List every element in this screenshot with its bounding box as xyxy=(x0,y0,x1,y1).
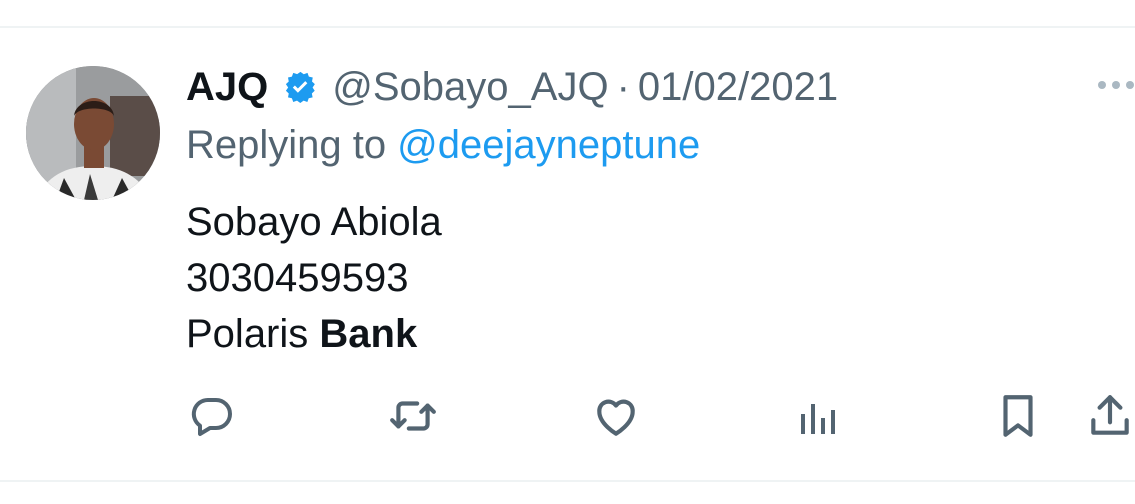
tweet-line: 3030459593 xyxy=(186,256,409,300)
share-button[interactable] xyxy=(1082,388,1135,444)
tweet-bold-word: Bank xyxy=(319,312,418,356)
like-button[interactable] xyxy=(588,388,644,444)
replying-to-label: Replying to xyxy=(186,122,387,167)
tweet-line-text: Polaris xyxy=(186,312,320,356)
tweet-text: Sobayo Abiola 3030459593 Polaris Bank xyxy=(186,194,442,362)
tweet-date[interactable]: 01/02/2021 xyxy=(638,65,838,110)
retweet-icon xyxy=(390,401,436,431)
share-icon xyxy=(1091,395,1129,435)
top-divider xyxy=(0,26,1135,28)
retweet-button[interactable] xyxy=(385,388,441,444)
tweet-line: Polaris Bank xyxy=(186,306,442,362)
header-separator: · xyxy=(616,64,630,109)
tweet-line: Sobayo Abiola xyxy=(186,200,442,244)
user-handle[interactable]: @Sobayo_AJQ xyxy=(332,65,608,110)
reply-button[interactable] xyxy=(184,388,240,444)
tweet-header: AJQ @Sobayo_AJQ · 01/02/2021 xyxy=(186,62,838,112)
views-icon xyxy=(801,404,835,434)
reply-icon xyxy=(191,397,232,436)
display-name[interactable]: AJQ xyxy=(186,65,268,110)
replying-to-mention[interactable]: @deejayneptune xyxy=(397,123,700,168)
like-icon xyxy=(597,399,635,436)
bottom-divider xyxy=(0,480,1135,482)
avatar[interactable] xyxy=(26,66,160,200)
more-options-icon[interactable] xyxy=(1094,78,1135,92)
views-button[interactable] xyxy=(789,388,845,444)
bookmark-button[interactable] xyxy=(990,388,1046,444)
bookmark-icon xyxy=(1003,395,1033,437)
verified-badge-icon[interactable] xyxy=(282,69,318,105)
replying-to: Replying to @deejayneptune xyxy=(186,120,700,170)
